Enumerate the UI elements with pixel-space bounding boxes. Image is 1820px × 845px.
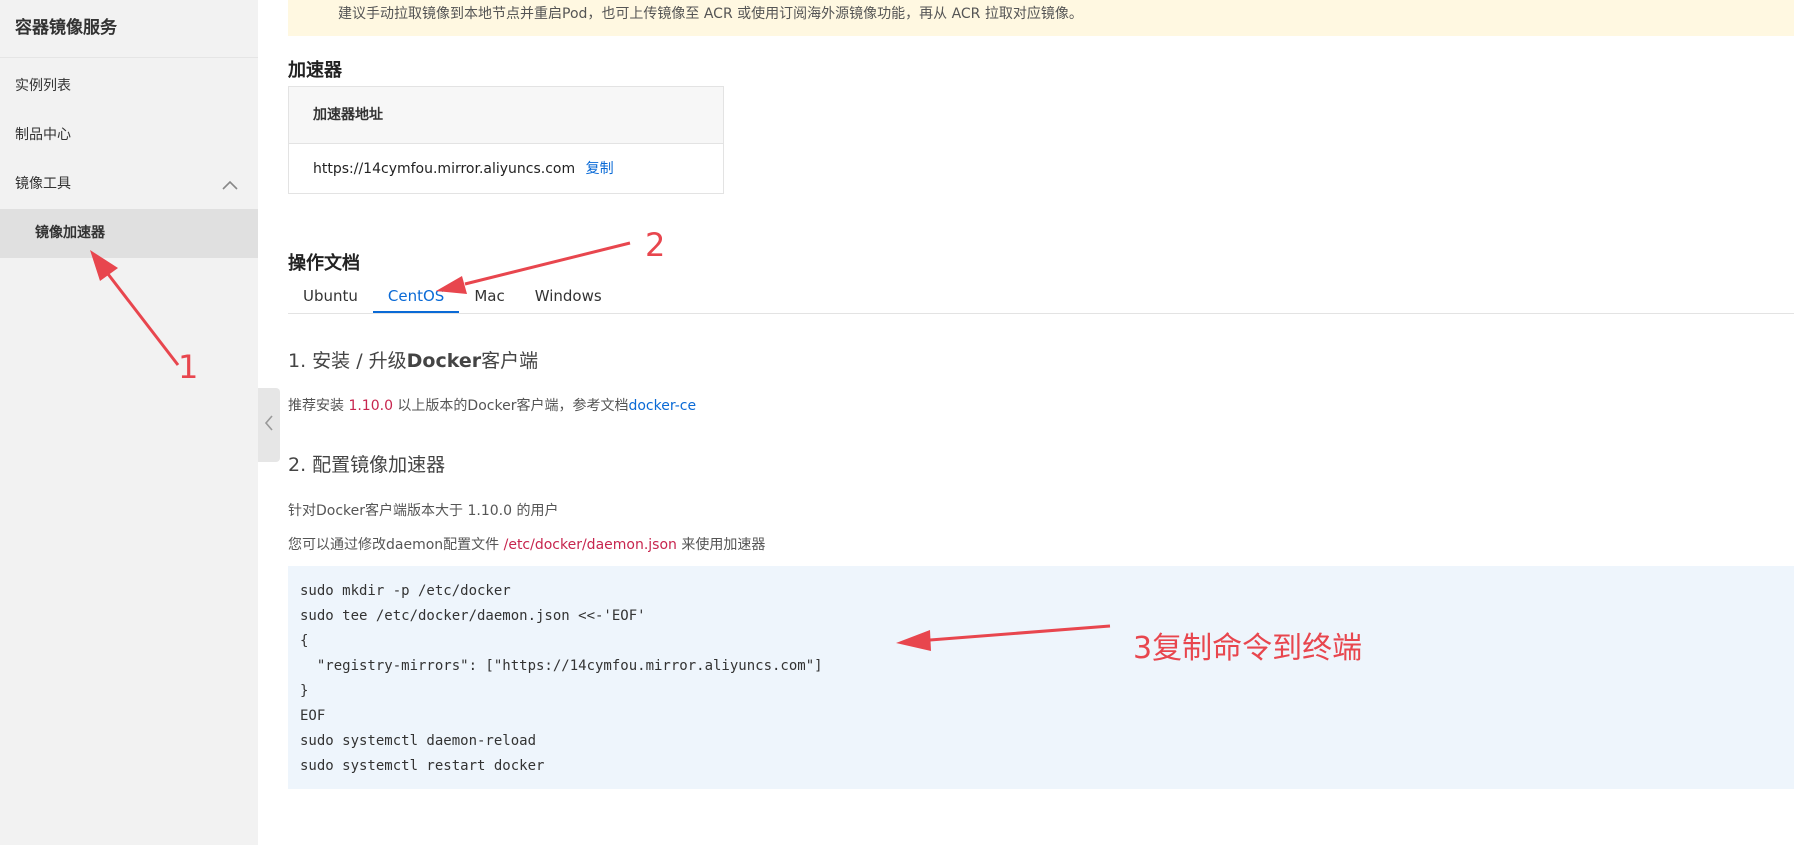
sidebar-title: 容器镜像服务: [0, 0, 258, 58]
accelerator-section-title: 加速器: [288, 60, 342, 81]
step1-bold: Docker: [406, 350, 482, 372]
sidebar-collapse-handle[interactable]: [258, 388, 280, 462]
code-line: }: [300, 683, 309, 699]
annotation-number-1: 1: [178, 348, 199, 386]
daemon-json-path: /etc/docker/daemon.json: [503, 537, 677, 553]
sidebar: 容器镜像服务 实例列表 制品中心 镜像工具 镜像加速器: [0, 0, 258, 845]
arrow-2-shaft: [464, 241, 631, 286]
accelerator-card: 加速器地址 https://14cymfou.mirror.aliyuncs.c…: [288, 86, 724, 194]
code-line: sudo systemctl daemon-reload: [300, 733, 537, 749]
sidebar-item-artifacts[interactable]: 制品中心: [0, 111, 258, 160]
code-line: sudo tee /etc/docker/daemon.json <<-'EOF…: [300, 608, 646, 624]
copy-link[interactable]: 复制: [586, 161, 614, 177]
accelerator-header: 加速器地址: [289, 87, 723, 144]
annotation-text-3: 3复制命令到终端: [1133, 631, 1363, 666]
docs-section-title: 操作文档: [288, 253, 360, 274]
step1-heading: 1. 安装 / 升级Docker客户端: [288, 346, 538, 373]
tab-ubuntu[interactable]: Ubuntu: [288, 280, 373, 313]
step2-line1: 针对Docker客户端版本大于 1.10.0 的用户: [288, 503, 559, 519]
code-line: {: [300, 633, 309, 649]
step1-text-middle: 以上版本的Docker客户端，参考文档: [392, 398, 629, 414]
step2-line2-before: 您可以通过修改daemon配置文件: [288, 537, 504, 553]
sidebar-item-instances[interactable]: 实例列表: [0, 62, 258, 111]
code-block[interactable]: sudo mkdir -p /etc/docker sudo tee /etc/…: [288, 566, 1794, 789]
step1-text: 推荐安装 1.10.0 以上版本的Docker客户端，参考文档docker-ce: [288, 395, 696, 415]
sidebar-item-mirror-accelerator[interactable]: 镜像加速器: [0, 209, 258, 258]
sidebar-item-label: 实例列表: [15, 78, 71, 94]
tab-windows[interactable]: Windows: [520, 280, 617, 313]
notice-text: 建议手动拉取镜像到本地节点并重启Pod，也可上传镜像至 ACR 或使用订阅海外源…: [338, 6, 1083, 22]
step2-line2-after: 来使用加速器: [676, 537, 766, 553]
step1-version: 1.10.0: [348, 398, 393, 414]
code-line: EOF: [300, 708, 326, 724]
sidebar-group-image-tools[interactable]: 镜像工具: [0, 160, 258, 209]
step1-suffix: 客户端: [481, 350, 539, 372]
accelerator-row: https://14cymfou.mirror.aliyuncs.com 复制: [289, 144, 723, 195]
code-line: "registry-mirrors": ["https://14cymfou.m…: [300, 658, 823, 674]
chevron-left-icon: [264, 415, 274, 435]
step2-line2: 您可以通过修改daemon配置文件 /etc/docker/daemon.jso…: [288, 534, 765, 554]
os-tabs: Ubuntu CentOS Mac Windows: [288, 280, 1794, 314]
notice-banner: 建议手动拉取镜像到本地节点并重启Pod，也可上传镜像至 ACR 或使用订阅海外源…: [288, 0, 1794, 36]
tab-mac[interactable]: Mac: [459, 280, 519, 313]
step2-heading: 2. 配置镜像加速器: [288, 454, 446, 476]
accelerator-url: https://14cymfou.mirror.aliyuncs.com: [313, 161, 576, 177]
sidebar-item-label: 制品中心: [15, 127, 71, 143]
annotation-number-2: 2: [645, 226, 666, 264]
sidebar-item-label: 镜像加速器: [35, 225, 105, 241]
step1-prefix: 1. 安装 / 升级: [288, 350, 407, 372]
chevron-up-icon: [222, 180, 238, 190]
docker-ce-link[interactable]: docker-ce: [628, 398, 696, 414]
sidebar-item-label: 镜像工具: [15, 176, 71, 192]
step1-text-before: 推荐安装: [288, 398, 349, 414]
code-line: sudo systemctl restart docker: [300, 758, 545, 774]
code-line: sudo mkdir -p /etc/docker: [300, 583, 511, 599]
tab-centos[interactable]: CentOS: [372, 280, 460, 313]
